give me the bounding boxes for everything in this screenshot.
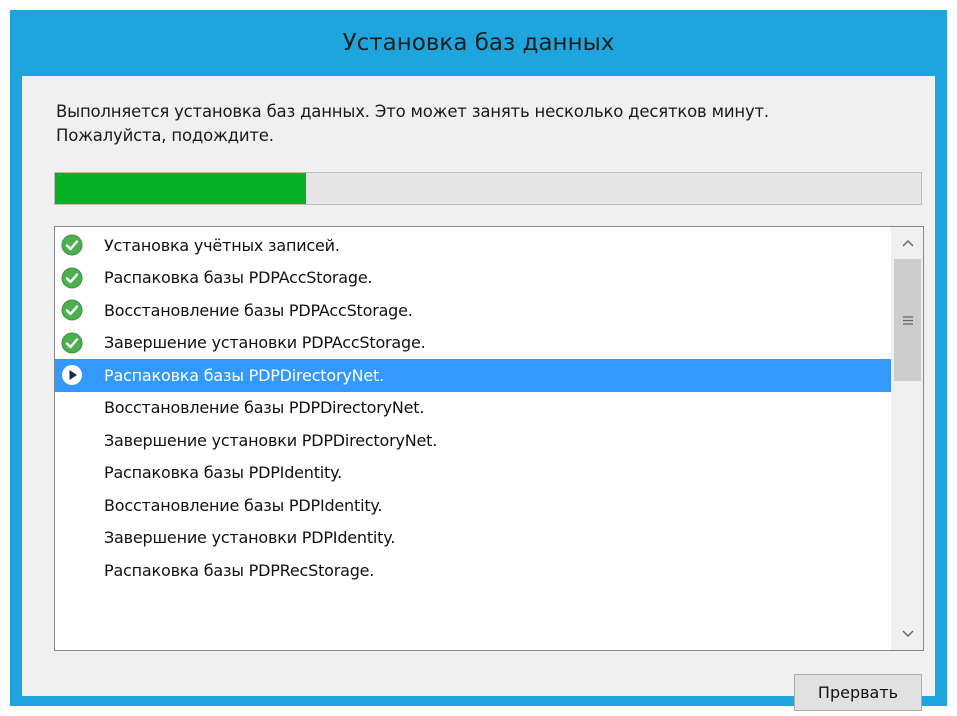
list-item-label: Восстановление базы PDPIdentity. (104, 495, 383, 515)
list-item[interactable]: Восстановление базы PDPDirectoryNet. (55, 392, 892, 425)
status-message-line-1: Выполняется установка баз данных. Это мо… (56, 102, 769, 121)
window-title: Установка баз данных (342, 30, 615, 56)
no-status-icon (61, 527, 83, 549)
list-item-label: Установка учётных записей. (104, 235, 340, 255)
list-item[interactable]: Распаковка базы PDPIdentity. (55, 457, 892, 490)
dialog-body: Выполняется установка баз данных. Это мо… (22, 76, 935, 711)
chevron-down-icon (902, 630, 913, 637)
no-status-icon (61, 462, 83, 484)
list-item-label: Распаковка базы PDPIdentity. (104, 463, 342, 483)
list-item-label: Восстановление базы PDPDirectoryNet. (104, 398, 425, 418)
check-circle-icon (61, 267, 83, 289)
list-item[interactable]: Завершение установки PDPDirectoryNet. (55, 424, 892, 457)
scroll-thumb[interactable] (894, 259, 921, 381)
abort-button[interactable]: Прервать (794, 674, 922, 711)
list-item[interactable]: Восстановление базы PDPAccStorage. (55, 294, 892, 327)
list-item-label: Завершение установки PDPDirectoryNet. (104, 430, 438, 450)
list-item-label: Восстановление базы PDPAccStorage. (104, 300, 413, 320)
scroll-down-button[interactable] (892, 618, 923, 650)
list-item-label: Распаковка базы PDPAccStorage. (104, 268, 373, 288)
list-item-label: Распаковка базы PDPRecStorage. (104, 560, 375, 580)
check-circle-icon (61, 332, 83, 354)
list-item[interactable]: Завершение установки PDPIdentity. (55, 522, 892, 555)
scroll-up-button[interactable] (892, 227, 923, 259)
list-item[interactable]: Восстановление базы PDPIdentity. (55, 489, 892, 522)
list-item[interactable]: Установка учётных записей. (55, 229, 892, 262)
check-circle-icon (61, 234, 83, 256)
list-item[interactable]: Распаковка базы PDPDirectoryNet. (55, 359, 892, 392)
list-item[interactable]: Завершение установки PDPAccStorage. (55, 327, 892, 360)
chevron-up-icon (902, 240, 913, 247)
no-status-icon (61, 429, 83, 451)
list-item[interactable]: Распаковка базы PDPAccStorage. (55, 262, 892, 295)
list-item-label: Распаковка базы PDPDirectoryNet. (104, 365, 384, 385)
vertical-scrollbar[interactable] (891, 227, 923, 650)
list-item-label: Завершение установки PDPIdentity. (104, 528, 396, 548)
play-circle-icon (61, 364, 83, 386)
status-message: Выполняется установка баз данных. Это мо… (56, 100, 926, 148)
no-status-icon (61, 559, 83, 581)
installer-window: Установка баз данных Выполняется установ… (10, 10, 947, 711)
no-status-icon (61, 494, 83, 516)
install-steps-items: Установка учётных записей. Распаковка ба… (55, 229, 892, 650)
no-status-icon (61, 397, 83, 419)
progress-fill (55, 173, 307, 204)
install-steps-list[interactable]: Установка учётных записей. Распаковка ба… (54, 226, 924, 651)
check-circle-icon (61, 299, 83, 321)
list-item[interactable]: Распаковка базы PDPRecStorage. (55, 554, 892, 587)
status-message-line-2: Пожалуйста, подождите. (56, 126, 274, 145)
grip-icon (902, 315, 913, 325)
list-item-label: Завершение установки PDPAccStorage. (104, 333, 426, 353)
install-progress-bar (54, 172, 922, 205)
